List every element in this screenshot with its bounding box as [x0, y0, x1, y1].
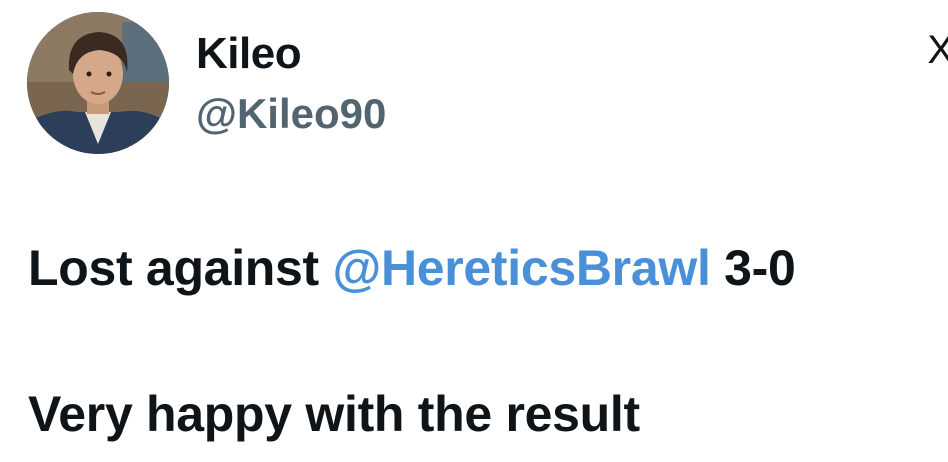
- mention-link[interactable]: @HereticsBrawl: [332, 240, 710, 296]
- partial-logo-icon: X: [927, 28, 948, 72]
- tweet-text-before-mention: Lost against: [28, 240, 333, 296]
- author-handle[interactable]: @Kileo90: [196, 88, 386, 140]
- tweet-text-line-2: Very happy with the result: [28, 386, 640, 442]
- tweet-text-line-1: Lost against @HereticsBrawl 3-0: [28, 238, 796, 298]
- tweet-text-after-mention: 3-0: [710, 240, 796, 296]
- avatar[interactable]: [27, 12, 169, 154]
- author-display-name[interactable]: Kileo: [196, 28, 302, 80]
- avatar-photo: [27, 12, 169, 154]
